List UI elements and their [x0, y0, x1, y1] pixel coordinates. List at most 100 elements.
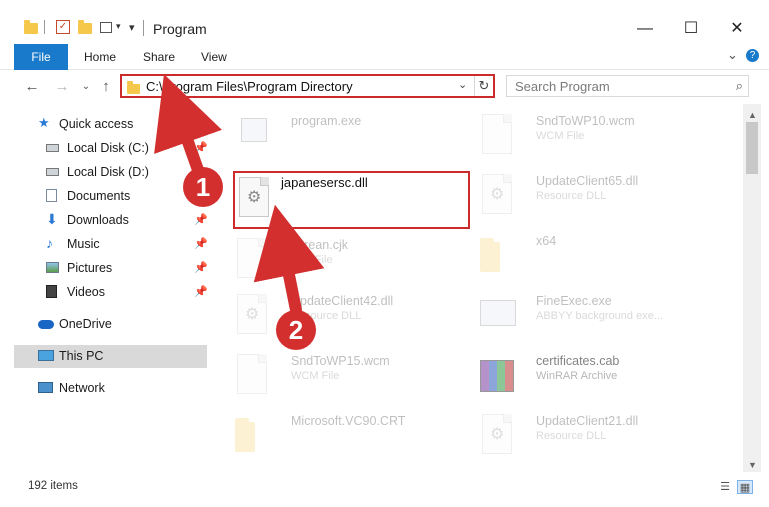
list-item[interactable]: SndToWP15.wcm WCM File: [213, 348, 458, 404]
maximize-icon[interactable]: ☐: [668, 14, 714, 44]
recent-locations-icon[interactable]: ⌄: [76, 77, 96, 97]
refresh-icon[interactable]: ↻: [474, 76, 493, 96]
close-icon[interactable]: ✕: [714, 14, 760, 44]
tab-share[interactable]: Share: [143, 44, 175, 70]
divider: [44, 20, 45, 34]
sidebar-item-network[interactable]: Network: [38, 377, 208, 399]
list-item[interactable]: ⚙ UpdateClient65.dll Resource DLL: [458, 168, 703, 224]
sidebar-item-label: Documents: [67, 189, 131, 203]
list-item[interactable]: certificates.cab WinRAR Archive: [458, 348, 703, 404]
file-type: WCM File: [291, 370, 340, 382]
file-name: Microsoft.VC90.CRT: [291, 414, 406, 428]
sidebar-item-videos[interactable]: Videos 📌: [46, 281, 208, 303]
sidebar-item-downloads[interactable]: ⬇ Downloads 📌: [46, 209, 208, 231]
chevron-down-icon[interactable]: ⌄: [458, 78, 467, 91]
file-type: WinRAR Archive: [536, 370, 618, 382]
sidebar-item-label: OneDrive: [59, 317, 112, 331]
address-path[interactable]: C:\Program Files\Program Directory: [146, 79, 353, 94]
list-item[interactable]: ⚙ UpdateClient21.dll Resource DLL: [458, 408, 703, 464]
star-icon: ★: [38, 115, 50, 130]
pin-icon[interactable]: 📌: [194, 257, 208, 279]
list-item[interactable]: SndToWP10.wcm WCM File: [458, 108, 703, 164]
list-item[interactable]: x64: [458, 228, 703, 284]
dll-icon: ⚙: [235, 294, 271, 338]
sidebar-item-label: Network: [59, 381, 105, 395]
details-view-icon[interactable]: ☰: [717, 480, 733, 494]
tab-home[interactable]: Home: [84, 44, 116, 70]
list-item[interactable]: program.exe: [213, 108, 458, 164]
divider: [143, 20, 144, 36]
pin-icon[interactable]: 📌: [194, 209, 208, 231]
sidebar-item-quick-access[interactable]: ★ Quick access: [38, 113, 208, 135]
window-title: Program: [153, 21, 207, 37]
sidebar-item-this-pc[interactable]: This PC: [38, 345, 208, 367]
scroll-up-icon[interactable]: ▲: [748, 110, 757, 120]
pin-icon[interactable]: 📌: [194, 233, 208, 255]
highlighted-file[interactable]: ⚙ japanesersc.dll: [233, 171, 470, 229]
computer-icon: [38, 350, 54, 361]
sidebar-item-pictures[interactable]: Pictures 📌: [46, 257, 208, 279]
tab-file[interactable]: File: [14, 44, 68, 70]
sidebar-item-local-disk-c[interactable]: Local Disk (C:) 📌: [46, 137, 208, 159]
file-name: certificates.cab: [536, 354, 620, 368]
sidebar-item-label: This PC: [59, 349, 104, 363]
forward-icon[interactable]: →: [52, 77, 72, 97]
file-name: korean.cjk: [291, 238, 348, 252]
search-placeholder: Search Program: [515, 79, 610, 94]
chevron-down-icon[interactable]: ⌄: [727, 47, 738, 63]
address-row: ← → ⌄ ↑ C:\Program Files\Program Directo…: [0, 70, 769, 104]
sidebar-item-label: Videos: [67, 285, 105, 299]
music-icon: ♪: [46, 235, 53, 251]
drive-icon: [46, 144, 59, 152]
drive-icon: [46, 168, 59, 176]
up-icon[interactable]: ↑: [96, 77, 116, 97]
help-icon[interactable]: ?: [746, 49, 759, 62]
pin-icon[interactable]: 📌: [194, 281, 208, 303]
customize-icon[interactable]: [100, 22, 112, 33]
list-item[interactable]: ⚙ UpdateClient42.dll Resource DLL: [213, 288, 458, 344]
file-type: Resource DLL: [536, 430, 607, 442]
navigation-pane: ★ Quick access Local Disk (C:) 📌 Local D…: [0, 104, 213, 472]
file-icon: [235, 238, 271, 282]
address-bar[interactable]: C:\Program Files\Program Directory ⌄ ↻: [120, 74, 495, 98]
search-icon[interactable]: ⌕: [736, 78, 743, 94]
title-bar: ✓ ▾ ▾ Program — ☐ ✕: [0, 0, 769, 44]
chevron-down-icon[interactable]: ▾: [129, 21, 135, 34]
vertical-scrollbar[interactable]: ▲ ▼: [743, 104, 761, 472]
network-icon: [38, 382, 53, 393]
properties-icon[interactable]: ✓: [56, 20, 70, 34]
documents-icon: [46, 189, 57, 202]
list-item[interactable]: korean.cjk CJK File: [213, 232, 458, 288]
scroll-down-icon[interactable]: ▼: [748, 460, 757, 470]
file-icon: [235, 354, 271, 398]
list-item[interactable]: FineExec.exe ABBYY background exe...: [458, 288, 703, 344]
chevron-down-icon[interactable]: ▾: [116, 21, 121, 32]
exe-icon: [235, 114, 271, 158]
back-icon[interactable]: ←: [22, 77, 42, 97]
downloads-icon: ⬇: [46, 211, 58, 227]
tab-view[interactable]: View: [201, 44, 227, 70]
file-name: UpdateClient42.dll: [291, 294, 394, 308]
file-name: program.exe: [291, 114, 362, 128]
scroll-thumb[interactable]: [746, 122, 758, 174]
step-badge-2: 2: [276, 310, 316, 350]
dll-icon: ⚙: [239, 177, 275, 221]
sidebar-item-music[interactable]: ♪ Music 📌: [46, 233, 208, 255]
list-item[interactable]: Microsoft.VC90.CRT: [213, 408, 458, 464]
folder-icon: [480, 234, 516, 278]
file-name: FineExec.exe: [536, 294, 612, 308]
sidebar-item-onedrive[interactable]: OneDrive: [38, 313, 208, 335]
large-icons-view-icon[interactable]: ▦: [737, 480, 753, 494]
file-name: UpdateClient65.dll: [536, 174, 639, 188]
sidebar-item-label: Quick access: [59, 117, 134, 131]
search-input[interactable]: Search Program ⌕: [506, 75, 749, 97]
dll-icon: ⚙: [480, 174, 516, 218]
pin-icon[interactable]: 📌: [194, 137, 208, 159]
sidebar-item-label: Local Disk (D:): [67, 165, 149, 179]
file-type: WCM File: [536, 130, 585, 142]
file-type: ABBYY background exe...: [536, 310, 663, 322]
sidebar-item-label: Pictures: [67, 261, 113, 275]
new-folder-icon[interactable]: [78, 20, 92, 36]
minimize-icon[interactable]: —: [622, 14, 668, 44]
ribbon-tabs: File Home Share View ⌄ ?: [0, 44, 769, 70]
